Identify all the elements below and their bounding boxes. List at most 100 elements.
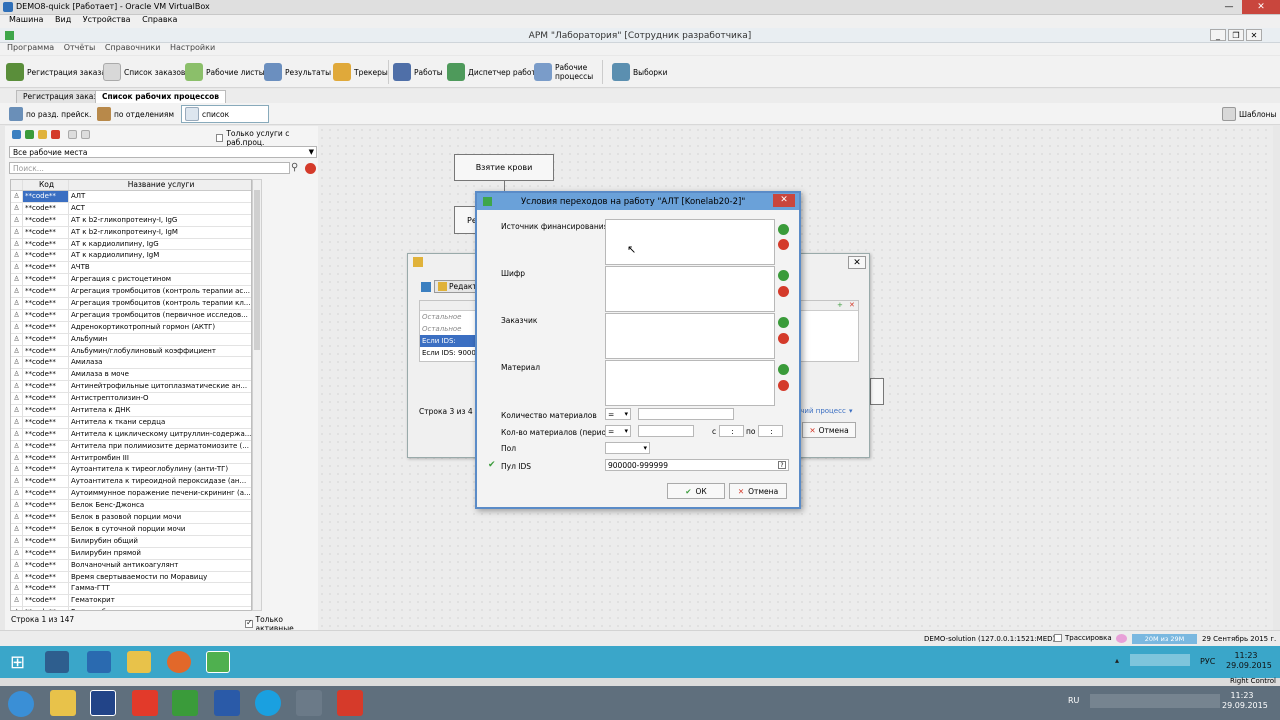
workflow-link[interactable]: очий процесс xyxy=(796,407,846,415)
workflow-node-3[interactable] xyxy=(870,378,884,405)
table-row[interactable]: ♙ **code** Аутоантитела к тиреоидной перок… xyxy=(11,476,251,489)
service-code-cell[interactable]: **code** xyxy=(23,464,69,476)
service-code-cell[interactable]: **code** xyxy=(23,226,69,238)
service-name-cell[interactable]: Гемоглобин xyxy=(69,607,251,610)
workflows-button[interactable]: Рабочие процессы xyxy=(534,60,593,84)
table-row[interactable]: ♙ **code** Белок в суточной порции мочи xyxy=(11,523,251,536)
templates-button[interactable]: Шаблоны xyxy=(1222,106,1276,122)
service-name-cell[interactable]: Время свертываемости по Моравицу xyxy=(69,572,251,583)
menu-machine[interactable]: Машина xyxy=(9,15,43,24)
table-row[interactable]: ♙ **code** Белок в разовой порции мочи xyxy=(11,512,251,524)
material-qty-input[interactable] xyxy=(638,408,734,420)
table-row[interactable]: ♙ **code** Антитела к циклическому цитрулл… xyxy=(11,428,251,441)
windows-orb-icon[interactable] xyxy=(8,691,34,717)
ids-pool-input[interactable]: 900000-999999 ? xyxy=(605,459,789,471)
material-qty-operator[interactable]: = ▾ xyxy=(605,408,631,420)
table-row[interactable]: ♙ **code** Амилаза в моче xyxy=(11,369,251,382)
checkbox-checked-icon[interactable] xyxy=(245,618,253,628)
cancel-button[interactable]: ✕ Отмена xyxy=(729,483,787,499)
by-department-button[interactable]: по отделениям xyxy=(97,106,174,122)
back-dialog-close-icon[interactable]: ✕ xyxy=(848,256,866,269)
service-name-cell[interactable]: Билирубин общий xyxy=(69,536,251,547)
jobs-button[interactable]: Работы xyxy=(393,60,443,84)
service-name-cell[interactable]: Альбумин/глобулиновый коэффициент xyxy=(69,346,251,357)
menu-settings[interactable]: Настройки xyxy=(170,43,215,52)
add-cipher-icon[interactable] xyxy=(778,270,789,281)
service-code-cell[interactable]: **code** xyxy=(23,333,69,345)
table-row[interactable]: ♙ **code** Билирубин общий xyxy=(11,535,251,548)
service-name-cell[interactable]: Белок в разовой порции мочи xyxy=(69,512,251,523)
table-row[interactable]: ♙ **code** АЧТВ xyxy=(11,262,251,275)
add-material-icon[interactable] xyxy=(778,364,789,375)
table-row[interactable]: ♙ **code** Альбумин xyxy=(11,333,251,346)
dialog-close-icon[interactable]: ✕ xyxy=(773,194,795,207)
tracing-checkbox[interactable]: Трассировка xyxy=(1054,634,1112,642)
word-icon[interactable] xyxy=(214,690,240,716)
spreadsheet-icon[interactable] xyxy=(172,690,198,716)
only-with-processes-checkbox[interactable]: Только услуги с раб.проц. xyxy=(216,129,318,147)
firefox-icon[interactable] xyxy=(167,651,191,673)
service-name-cell[interactable]: Аутоантитела к тиреоглобулину (анти-ТГ) xyxy=(69,464,251,475)
table-row[interactable]: ♙ **code** Агрегация тромбоцитов (контроль… xyxy=(11,298,251,310)
service-code-cell[interactable]: **code** xyxy=(23,476,69,488)
table-row[interactable]: ♙ **code** Амилаза xyxy=(11,357,251,370)
samples-button[interactable]: Выборки xyxy=(612,60,667,84)
workplaces-select[interactable]: Все рабочие места ▼ xyxy=(9,146,317,158)
service-search-input[interactable]: Поиск... xyxy=(9,162,290,174)
service-code-cell[interactable]: **code** xyxy=(23,309,69,321)
order-list-button[interactable]: Список заказов xyxy=(103,60,185,84)
table-row[interactable]: ♙ **code** Гематокрит xyxy=(11,595,251,608)
service-code-cell[interactable]: **code** xyxy=(23,440,69,452)
table-row[interactable]: ♙ **code** Агрегация тромбоцитов (контроль… xyxy=(11,286,251,299)
guest-minimize-icon[interactable]: _ xyxy=(1210,29,1226,41)
service-code-cell[interactable]: **code** xyxy=(23,357,69,369)
column-name[interactable]: Название услуги xyxy=(69,180,251,190)
checkbox-icon[interactable] xyxy=(1054,634,1062,642)
pdf-icon[interactable] xyxy=(337,690,363,716)
service-code-cell[interactable]: **code** xyxy=(23,571,69,583)
table-row[interactable]: ♙ **code** Гамма-ГТТ xyxy=(11,583,251,596)
host-clock[interactable]: 11:23 29.09.2015 xyxy=(1222,691,1268,711)
service-name-cell[interactable]: Агрегация с ристоцетином xyxy=(69,274,251,285)
chevron-down-icon[interactable]: ▾ xyxy=(849,407,853,415)
service-name-cell[interactable]: Антитела к циклическому цитруллин-содерж… xyxy=(69,429,251,440)
table-row[interactable]: ♙ **code** АТ к кардиолипину, IgG xyxy=(11,238,251,251)
delete-icon[interactable] xyxy=(51,130,60,139)
column-code[interactable]: Код услуги xyxy=(23,180,69,198)
service-code-cell[interactable]: **code** xyxy=(23,298,69,309)
service-name-cell[interactable]: Агрегация тромбоцитов (первичное исследо… xyxy=(69,310,251,321)
service-name-cell[interactable]: Антитела к ДНК xyxy=(69,405,251,416)
add-icon[interactable] xyxy=(25,130,34,139)
service-code-cell[interactable]: **code** xyxy=(23,488,69,500)
table-row[interactable]: ♙ **code** Волчаночный антикоагулянт xyxy=(11,559,251,572)
host-lang[interactable]: RU xyxy=(1068,696,1079,705)
folder-icon[interactable] xyxy=(127,651,151,673)
cipher-list[interactable] xyxy=(605,266,775,312)
service-name-cell[interactable]: Гамма-ГТТ xyxy=(69,583,251,594)
service-name-cell[interactable]: Билирубин прямой xyxy=(69,548,251,559)
remove-funding-icon[interactable] xyxy=(778,239,789,250)
add-customer-icon[interactable] xyxy=(778,317,789,328)
service-code-cell[interactable]: **code** xyxy=(23,547,69,559)
service-name-cell[interactable]: Антитела при полимиозите дерматомиозите … xyxy=(69,441,251,452)
table-row[interactable]: ♙ **code** Антитромбин III xyxy=(11,452,251,465)
sex-select[interactable]: ▾ xyxy=(605,442,650,454)
host-close-button[interactable]: ✕ xyxy=(1242,0,1280,14)
table-row[interactable]: ♙ **code** Адренокортикотропный гормон (АК… xyxy=(11,321,251,334)
table-row[interactable]: ♙ **code** Антитела к ДНК xyxy=(11,405,251,417)
service-code-cell[interactable]: **code** xyxy=(23,202,69,214)
lab-app-taskbar-icon[interactable] xyxy=(206,651,230,673)
guest-clock[interactable]: 11:23 29.09.2015 xyxy=(1226,651,1272,671)
table-row[interactable]: ♙ **code** Антинейтрофильные цитоплазматич… xyxy=(11,381,251,394)
table-row[interactable]: ♙ **code** Белок Бенс-Джонса xyxy=(11,500,251,513)
service-code-cell[interactable]: **code** xyxy=(23,191,69,202)
service-code-cell[interactable]: **code** xyxy=(23,405,69,416)
dispatcher-button[interactable]: Диспетчер работ xyxy=(447,60,536,84)
service-name-cell[interactable]: Агрегация тромбоцитов (контроль терапии … xyxy=(69,298,251,309)
material-list[interactable] xyxy=(605,360,775,406)
by-price-section-button[interactable]: по разд. прейск. xyxy=(9,106,91,122)
service-code-cell[interactable]: **code** xyxy=(23,416,69,428)
scrollbar-thumb[interactable] xyxy=(254,190,260,350)
add-row-icon[interactable]: + xyxy=(837,301,843,309)
edit-icon[interactable] xyxy=(38,130,47,139)
